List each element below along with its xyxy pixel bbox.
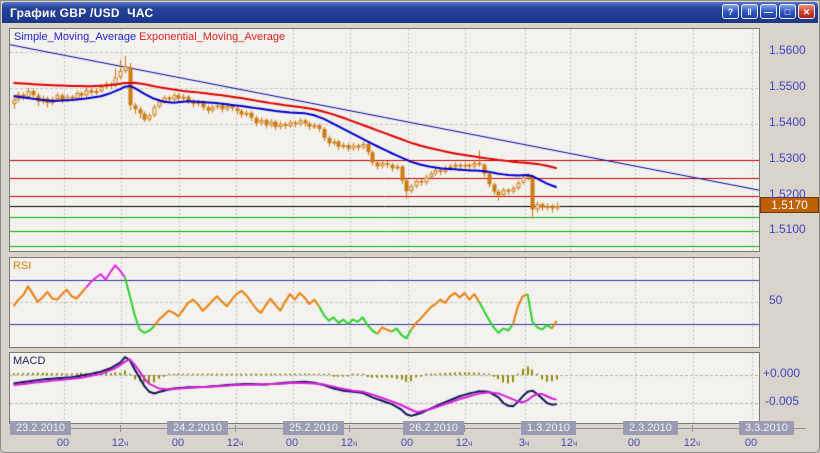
- right-axis-gutter: 1.5170 50 +0.000 -0.005 1.5600 1.5500 1.54…: [759, 1, 819, 452]
- hour-label: 12ч: [111, 437, 129, 449]
- price-axis-label: 1.5500: [769, 79, 806, 94]
- price-axis-label: 1.5100: [769, 222, 806, 237]
- date-badge: 2.3.2010: [623, 421, 678, 435]
- price-axis-label: 1.5400: [769, 114, 806, 129]
- rsi-axis-label: 50: [769, 292, 783, 307]
- time-axis-tick: [235, 425, 236, 432]
- hour-label: 12ч: [340, 437, 358, 449]
- rsi-panel[interactable]: RSI: [9, 257, 760, 348]
- indicator-legend: Simple_Moving_Average Exponential_Moving…: [14, 31, 285, 43]
- rsi-label: RSI: [13, 260, 32, 272]
- hour-label: 12ч: [455, 437, 473, 449]
- date-badge: 1.3.2010: [521, 421, 576, 435]
- macd-label: MACD: [13, 355, 46, 367]
- price-chart-canvas[interactable]: [10, 29, 759, 251]
- macd-zero-label: +0.000: [763, 366, 801, 380]
- window-title: График GBP /USD ЧАС: [10, 5, 154, 20]
- macd-neg-label: -0.005: [765, 394, 800, 408]
- hour-label: 3ч: [518, 437, 530, 449]
- rsi-canvas[interactable]: [10, 258, 759, 347]
- macd-panel[interactable]: MACD: [9, 352, 760, 424]
- price-axis-label: 1.5200: [769, 186, 806, 201]
- chart-window: График GBP /USD ЧАС ? ‖ — □ ✕ Simple_Mov…: [0, 0, 820, 453]
- hour-label: 00: [744, 437, 758, 449]
- pause-button[interactable]: ‖: [741, 4, 758, 19]
- hour-label: 12ч: [560, 437, 578, 449]
- title-bar[interactable]: График GBP /USD ЧАС: [2, 2, 818, 23]
- hour-label: 12ч: [226, 437, 244, 449]
- date-badge: 26.2.2010: [403, 421, 464, 435]
- time-axis-tick: [120, 425, 121, 432]
- hour-label: 00: [56, 437, 70, 449]
- time-axis-tick: [464, 425, 465, 432]
- sma-legend-label: Simple_Moving_Average: [14, 31, 137, 43]
- ema-legend-label: Exponential_Moving_Average: [139, 31, 286, 43]
- date-badge: 24.2.2010: [167, 421, 228, 435]
- hour-label: 00: [400, 437, 414, 449]
- hour-label: 00: [171, 437, 185, 449]
- time-axis-tick: [692, 425, 693, 432]
- help-button[interactable]: ?: [722, 4, 739, 19]
- date-badge: 23.2.2010: [10, 421, 71, 435]
- hour-label: 00: [627, 437, 641, 449]
- hour-label: 00: [285, 437, 299, 449]
- date-badge: 3.3.2010: [739, 421, 794, 435]
- hour-label: 12ч: [683, 437, 701, 449]
- date-badge: 25.2.2010: [283, 421, 344, 435]
- price-chart-panel[interactable]: Simple_Moving_Average Exponential_Moving…: [9, 28, 760, 252]
- price-axis-label: 1.5600: [769, 43, 806, 58]
- time-axis-tick: [349, 425, 350, 432]
- price-axis-label: 1.5300: [769, 150, 806, 165]
- macd-canvas[interactable]: [10, 353, 759, 423]
